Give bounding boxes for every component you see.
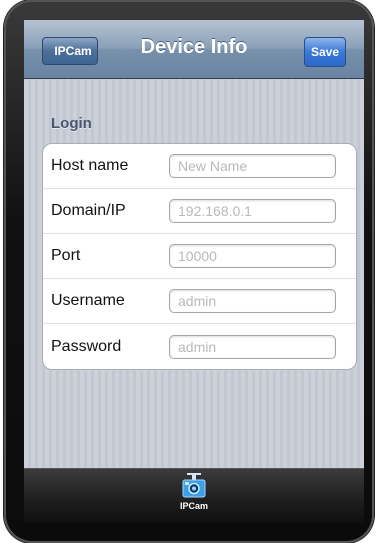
- section-title-login: Login: [51, 115, 92, 132]
- username-field[interactable]: admin: [169, 289, 336, 313]
- host-name-label: Host name: [51, 157, 129, 174]
- tab-ipcam[interactable]: IPCam: [159, 473, 229, 519]
- row-domain-ip: Domain/IP 192.168.0.1: [43, 189, 356, 234]
- row-port: Port 10000: [43, 234, 356, 279]
- login-form-table: Host name New Name Domain/IP 192.168.0.1…: [42, 143, 357, 370]
- save-button-label: Save: [310, 45, 340, 59]
- port-field[interactable]: 10000: [169, 244, 336, 268]
- port-label: Port: [51, 247, 81, 264]
- screen: IPCam Device Info Save Login Host name N…: [24, 20, 364, 523]
- row-username: Username admin: [43, 279, 356, 324]
- save-button[interactable]: Save: [304, 37, 346, 67]
- username-label: Username: [51, 292, 125, 309]
- password-label: Password: [51, 337, 122, 355]
- ipcam-camera-icon: [182, 473, 206, 498]
- navigation-bar: IPCam Device Info Save: [24, 20, 364, 79]
- domain-ip-label: Domain/IP: [51, 202, 126, 219]
- tab-ipcam-label: IPCam: [179, 501, 208, 511]
- tab-bar: IPCam: [24, 468, 364, 523]
- password-field[interactable]: admin: [169, 334, 336, 359]
- device-frame: IPCam Device Info Save Login Host name N…: [4, 0, 374, 543]
- row-password: Password admin: [43, 324, 356, 369]
- host-name-field[interactable]: New Name: [169, 154, 336, 178]
- content-area: Login Host name New Name Domain/IP 192.1…: [24, 79, 364, 469]
- domain-ip-field[interactable]: 192.168.0.1: [169, 199, 336, 223]
- row-host-name: Host name New Name: [43, 144, 356, 189]
